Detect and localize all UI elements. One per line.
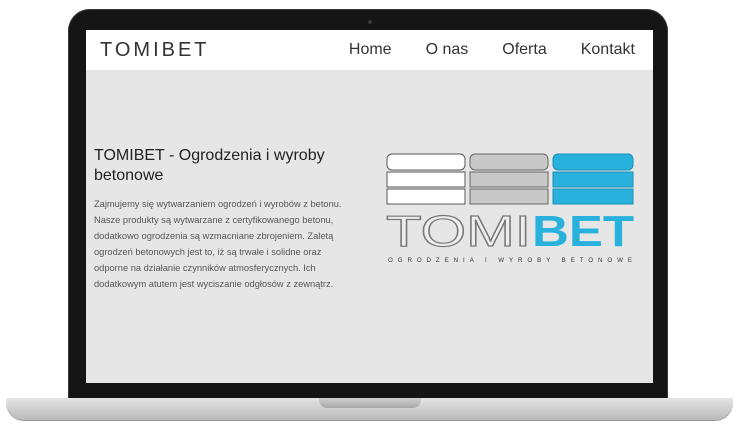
website-screen: TOMIBET Home O nas Oferta Kontakt TOMIBE… bbox=[86, 30, 653, 383]
tomibet-logo: TOMI BET OGRODZENIA I WYROBY BETONOWE bbox=[386, 153, 634, 264]
laptop-notch bbox=[319, 398, 421, 408]
hero-description: Zajmujemy się wytwarzaniem ogrodzeń i wy… bbox=[94, 199, 342, 289]
fence-panels-icon bbox=[386, 153, 634, 205]
logo-text-tomi: TOMI bbox=[386, 207, 531, 256]
nav-link-about[interactable]: O nas bbox=[426, 41, 469, 59]
nav-link-home[interactable]: Home bbox=[349, 41, 392, 59]
nav-link-contact[interactable]: Kontakt bbox=[581, 41, 635, 59]
logo-tagline: OGRODZENIA I WYROBY BETONOWE bbox=[388, 257, 632, 264]
top-navbar: TOMIBET Home O nas Oferta Kontakt bbox=[86, 30, 653, 70]
brand-logo-text[interactable]: TOMIBET bbox=[100, 39, 210, 62]
camera-icon bbox=[368, 20, 372, 24]
nav-link-offer[interactable]: Oferta bbox=[502, 41, 546, 59]
hero-title: TOMIBET - Ogrodzenia i wyroby betonowe bbox=[94, 147, 325, 184]
logo-text-bet: BET bbox=[532, 207, 634, 256]
main-nav: Home O nas Oferta Kontakt bbox=[349, 41, 635, 59]
